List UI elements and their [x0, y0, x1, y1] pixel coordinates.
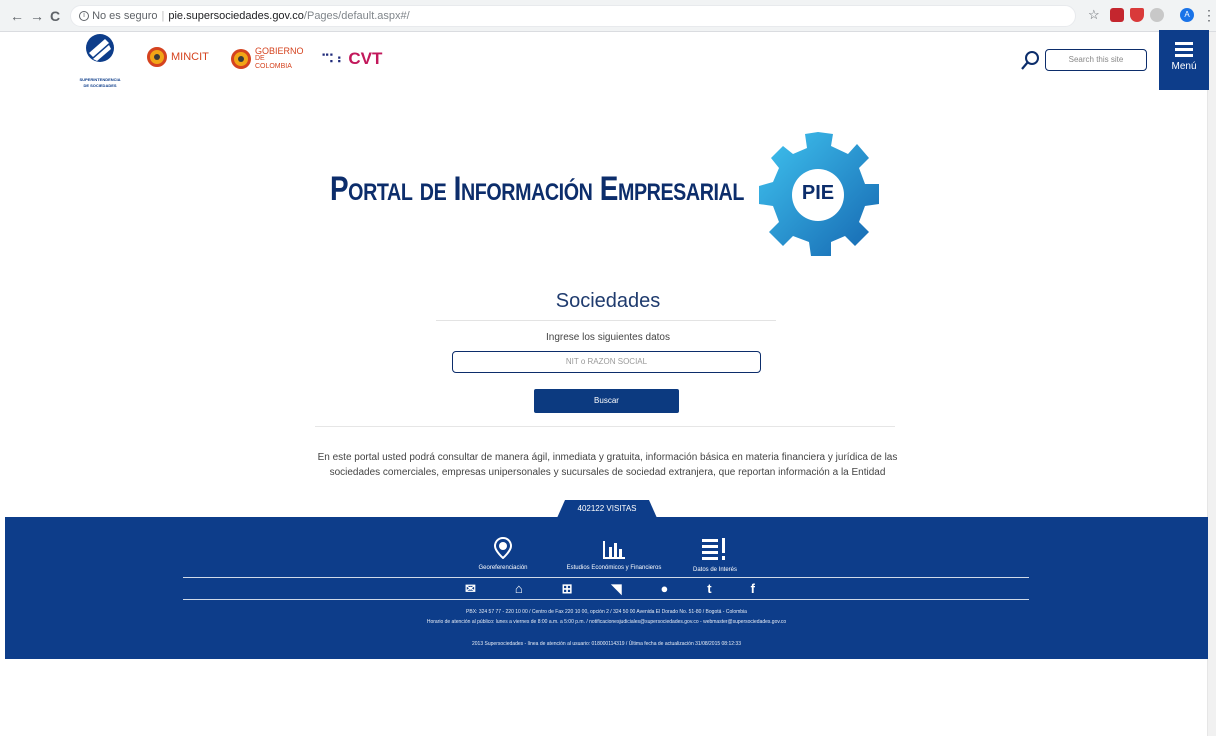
twitter-icon[interactable]: t [707, 581, 711, 597]
portal-title: Portal de Información Empresarial [330, 170, 744, 208]
info-icon[interactable]: i [79, 11, 89, 22]
social-links: ✉ ⌂ ⊞ ◥ ● t f [465, 581, 755, 597]
address-bar[interactable]: i No es seguro | pie.supersociedades.gov.c… [70, 5, 1076, 27]
site-search-input[interactable]: Search this site [1045, 49, 1147, 71]
footer-link-label: Datos de Interés [692, 567, 738, 573]
buscar-button[interactable]: Buscar [534, 389, 679, 413]
security-label[interactable]: No es seguro [92, 10, 157, 22]
home-icon[interactable]: ⌂ [515, 581, 523, 597]
gobierno-line2: DE COLOMBIA [254, 55, 292, 70]
cvt-dots-icon: ⠉⠅⠆ [321, 52, 345, 66]
profile-avatar[interactable]: A [1180, 8, 1194, 22]
hamburger-icon [1175, 42, 1193, 57]
menu-button[interactable]: Menú [1159, 30, 1209, 90]
supersociedades-emblem-icon [86, 34, 114, 62]
map-pin-icon [494, 537, 512, 559]
extension-shield-icon[interactable] [1130, 8, 1144, 22]
section-title: Sociedades [555, 290, 661, 312]
search-icon[interactable] [1020, 50, 1040, 72]
rss-icon[interactable]: ◥ [612, 581, 622, 597]
footer-divider [183, 599, 1029, 600]
pie-logo-text: PIE [801, 182, 835, 204]
mincit-label: MINCIT [171, 51, 209, 63]
browser-menu-icon[interactable]: ⋮ [1202, 7, 1216, 23]
portal-description: En este portal usted podrá consultar de … [317, 452, 898, 478]
reload-button[interactable]: C [50, 8, 60, 24]
contact-line-2: Horario de atención al público: lunes a … [426, 619, 787, 625]
copyright-line: 2013 Supersociedades - línea de atención… [472, 641, 741, 647]
site-footer: Georeferenciación Estudios Económicos y … [5, 517, 1208, 659]
url-host: pie.supersociedades.gov.co [168, 10, 304, 22]
contact-line-1: PBX: 324 57 77 - 220 10 00 / Centro de F… [466, 609, 747, 615]
section-divider [436, 320, 776, 321]
forward-button[interactable]: → [30, 8, 44, 24]
cvt-label: CVT [348, 49, 383, 68]
logo-org-line2: DE SOCIEDADES [83, 83, 117, 88]
star-icon[interactable]: ☆ [1088, 7, 1100, 23]
facebook-icon[interactable]: f [751, 581, 755, 597]
footer-link-georeferenciacion[interactable]: Georeferenciación [443, 537, 563, 571]
footer-link-datos-interes[interactable]: Datos de Interés [655, 537, 775, 573]
gobierno-logo[interactable]: GOBIERNO DE COLOMBIA [231, 47, 304, 71]
page-scrollbar[interactable] [1207, 32, 1216, 736]
nit-search-input[interactable]: NIT o RAZON SOCIAL [452, 351, 761, 373]
mincit-logo[interactable]: MINCIT [147, 47, 209, 67]
panel-divider [315, 426, 895, 427]
gobierno-line1: GOBIERNO [254, 46, 304, 56]
footer-link-label: Georeferenciación [478, 565, 528, 571]
sitemap-icon[interactable]: ⊞ [562, 581, 573, 597]
back-button[interactable]: ← [10, 8, 24, 24]
visit-counter: 402122 VISITAS [557, 500, 657, 518]
menu-label: Menú [1171, 61, 1197, 72]
search-hint: Ingrese los siguientes datos [546, 332, 670, 343]
cvt-logo[interactable]: ⠉⠅⠆ CVT [321, 49, 382, 69]
browser-toolbar: ← → C i No es seguro | pie.supersociedades… [0, 0, 1216, 32]
colombia-crest-icon [231, 49, 251, 69]
extension-pdf-icon[interactable] [1110, 8, 1124, 22]
url-path: /Pages/default.aspx#/ [303, 10, 410, 22]
colombia-crest-icon [147, 47, 167, 67]
mail-icon[interactable]: ✉ [465, 581, 476, 597]
supersociedades-logo[interactable]: SUPERINTENDENCIA DE SOCIEDADES [75, 33, 125, 91]
bar-chart-icon [603, 541, 625, 559]
blogger-icon[interactable]: ● [660, 581, 668, 597]
footer-divider [183, 577, 1029, 578]
extension-globe-icon[interactable] [1150, 8, 1164, 22]
list-alert-icon [702, 538, 725, 560]
